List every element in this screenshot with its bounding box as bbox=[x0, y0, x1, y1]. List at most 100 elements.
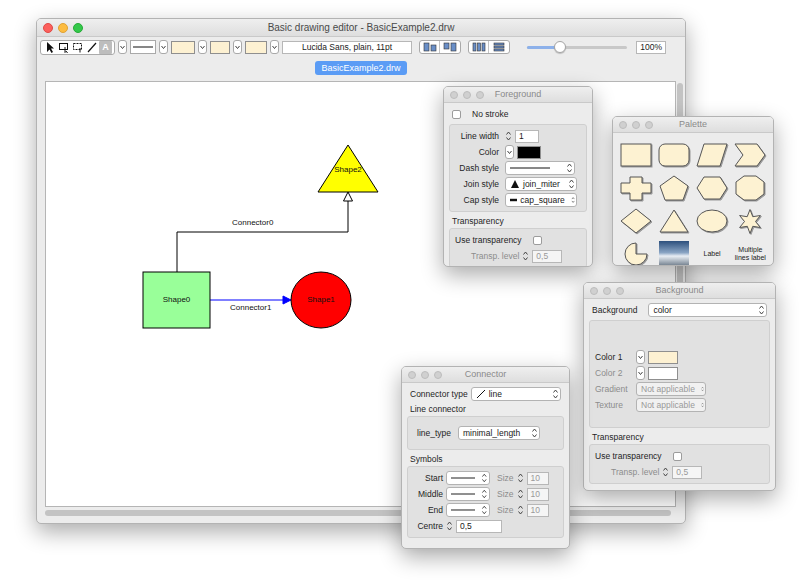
text-color-swatch[interactable] bbox=[245, 41, 267, 54]
close-button[interactable] bbox=[619, 121, 627, 129]
spinner-arrows-icon[interactable] bbox=[517, 472, 524, 484]
no-stroke-checkbox[interactable] bbox=[452, 110, 461, 119]
diamond-shape-icon[interactable] bbox=[619, 208, 653, 235]
spinner-arrows-icon[interactable] bbox=[662, 466, 669, 478]
dropdown[interactable] bbox=[505, 161, 575, 175]
select-tool[interactable] bbox=[43, 41, 56, 54]
zoom-slider[interactable] bbox=[527, 41, 627, 53]
palette-item[interactable] bbox=[695, 140, 730, 170]
star-shape-icon[interactable] bbox=[733, 208, 767, 235]
minimize-button[interactable] bbox=[603, 287, 611, 295]
dropdown[interactable]: minimal_length bbox=[458, 426, 540, 440]
dropdown[interactable]: cap_square bbox=[505, 193, 577, 207]
parallelogram-shape-icon[interactable] bbox=[695, 142, 729, 169]
align-left-button[interactable] bbox=[420, 41, 440, 53]
close-button[interactable] bbox=[408, 371, 416, 379]
palette-item[interactable]: Label bbox=[695, 239, 730, 266]
zoom-button[interactable] bbox=[73, 23, 83, 33]
connector[interactable] bbox=[210, 296, 291, 304]
shape-fill[interactable] bbox=[318, 145, 378, 192]
palette-item[interactable] bbox=[695, 173, 730, 203]
slider-knob[interactable] bbox=[554, 41, 566, 53]
transparency-checkbox[interactable] bbox=[533, 236, 542, 245]
horizontal-scrollbar[interactable] bbox=[45, 507, 685, 523]
line-style-box[interactable] bbox=[130, 40, 156, 54]
transparency-checkbox[interactable] bbox=[673, 452, 682, 461]
dropdown-button[interactable] bbox=[270, 40, 279, 54]
pentagon-shape-icon[interactable] bbox=[657, 175, 691, 202]
cross-shape-icon[interactable] bbox=[619, 175, 653, 202]
document-tab[interactable]: BasicExample2.drw bbox=[315, 61, 406, 76]
palette-item[interactable] bbox=[733, 206, 768, 236]
spinner[interactable] bbox=[522, 250, 529, 262]
palette-item[interactable] bbox=[618, 173, 653, 203]
distribute-h-button[interactable] bbox=[469, 41, 489, 53]
palette-item[interactable] bbox=[618, 206, 653, 236]
dropdown-button[interactable] bbox=[636, 366, 645, 380]
shape-node[interactable] bbox=[291, 272, 351, 328]
text-tool[interactable]: A bbox=[99, 41, 112, 54]
palette-item[interactable] bbox=[656, 206, 691, 236]
zoom-button[interactable] bbox=[476, 91, 484, 99]
spinner[interactable] bbox=[505, 130, 512, 142]
hexagon-shape-icon[interactable] bbox=[695, 175, 729, 202]
spinner-arrows-icon[interactable] bbox=[505, 130, 512, 142]
spinner[interactable] bbox=[662, 466, 669, 478]
chevron-shape-icon[interactable] bbox=[733, 142, 767, 169]
spinner[interactable] bbox=[517, 472, 524, 484]
palette-item[interactable]: Multiple lines label bbox=[733, 239, 768, 266]
palette-item[interactable] bbox=[656, 173, 691, 203]
spinner[interactable] bbox=[517, 488, 524, 500]
scroll-thumb[interactable] bbox=[45, 510, 671, 516]
dropdown-button[interactable] bbox=[198, 40, 207, 54]
dropdown[interactable] bbox=[446, 487, 490, 501]
shape-fill[interactable] bbox=[291, 272, 351, 328]
value-field[interactable]: 1 bbox=[515, 130, 539, 143]
octagon-shape-icon[interactable] bbox=[733, 175, 767, 202]
zoom-button[interactable] bbox=[434, 371, 442, 379]
palette-item[interactable] bbox=[733, 140, 768, 170]
palette-item[interactable] bbox=[656, 239, 691, 266]
rectangle-select-tool[interactable] bbox=[57, 41, 70, 54]
spinner[interactable] bbox=[446, 520, 453, 532]
fill-color-swatch[interactable] bbox=[171, 41, 195, 54]
dropdown-button[interactable] bbox=[118, 40, 127, 54]
minimize-button[interactable] bbox=[58, 23, 68, 33]
dropdown[interactable] bbox=[446, 471, 490, 485]
shadow-color-swatch[interactable] bbox=[210, 41, 230, 54]
font-field[interactable]: Lucida Sans, plain, 11pt bbox=[282, 41, 412, 54]
spinner-arrows-icon[interactable] bbox=[517, 488, 524, 500]
palette-item[interactable] bbox=[733, 173, 768, 203]
zoom-button[interactable] bbox=[645, 121, 653, 129]
triangle-shape-icon[interactable] bbox=[657, 208, 691, 235]
line-tool[interactable] bbox=[85, 41, 98, 54]
minimize-button[interactable] bbox=[632, 121, 640, 129]
dropdown[interactable] bbox=[446, 503, 490, 517]
palette-item[interactable] bbox=[656, 140, 691, 170]
rectangle-shape-icon[interactable] bbox=[619, 142, 653, 169]
dropdown[interactable]: join_miter bbox=[505, 177, 577, 191]
fill-color-swatch[interactable] bbox=[648, 351, 678, 364]
image-thumbnail[interactable] bbox=[659, 241, 689, 266]
pie-shape-icon[interactable] bbox=[619, 241, 653, 267]
spinner[interactable] bbox=[517, 504, 524, 516]
zoom-button[interactable] bbox=[616, 287, 624, 295]
dropdown[interactable]: line bbox=[471, 387, 561, 401]
shape-fill[interactable] bbox=[143, 272, 210, 328]
shape-node[interactable] bbox=[143, 272, 210, 328]
close-button[interactable] bbox=[450, 91, 458, 99]
close-button[interactable] bbox=[43, 23, 53, 33]
dropdown[interactable]: color bbox=[648, 303, 767, 317]
dropdown-button[interactable] bbox=[159, 40, 168, 54]
dropdown-button[interactable] bbox=[233, 40, 242, 54]
palette-label[interactable]: Label bbox=[704, 250, 721, 258]
stroke-color-swatch[interactable] bbox=[517, 146, 541, 159]
minimize-button[interactable] bbox=[463, 91, 471, 99]
palette-label[interactable]: Multiple lines label bbox=[733, 246, 768, 262]
close-button[interactable] bbox=[590, 287, 598, 295]
spinner-arrows-icon[interactable] bbox=[446, 520, 453, 532]
align-right-button[interactable] bbox=[440, 41, 460, 53]
rounded-shape-icon[interactable] bbox=[657, 142, 691, 169]
ellipse-shape-icon[interactable] bbox=[695, 208, 729, 235]
connector[interactable] bbox=[177, 192, 353, 272]
